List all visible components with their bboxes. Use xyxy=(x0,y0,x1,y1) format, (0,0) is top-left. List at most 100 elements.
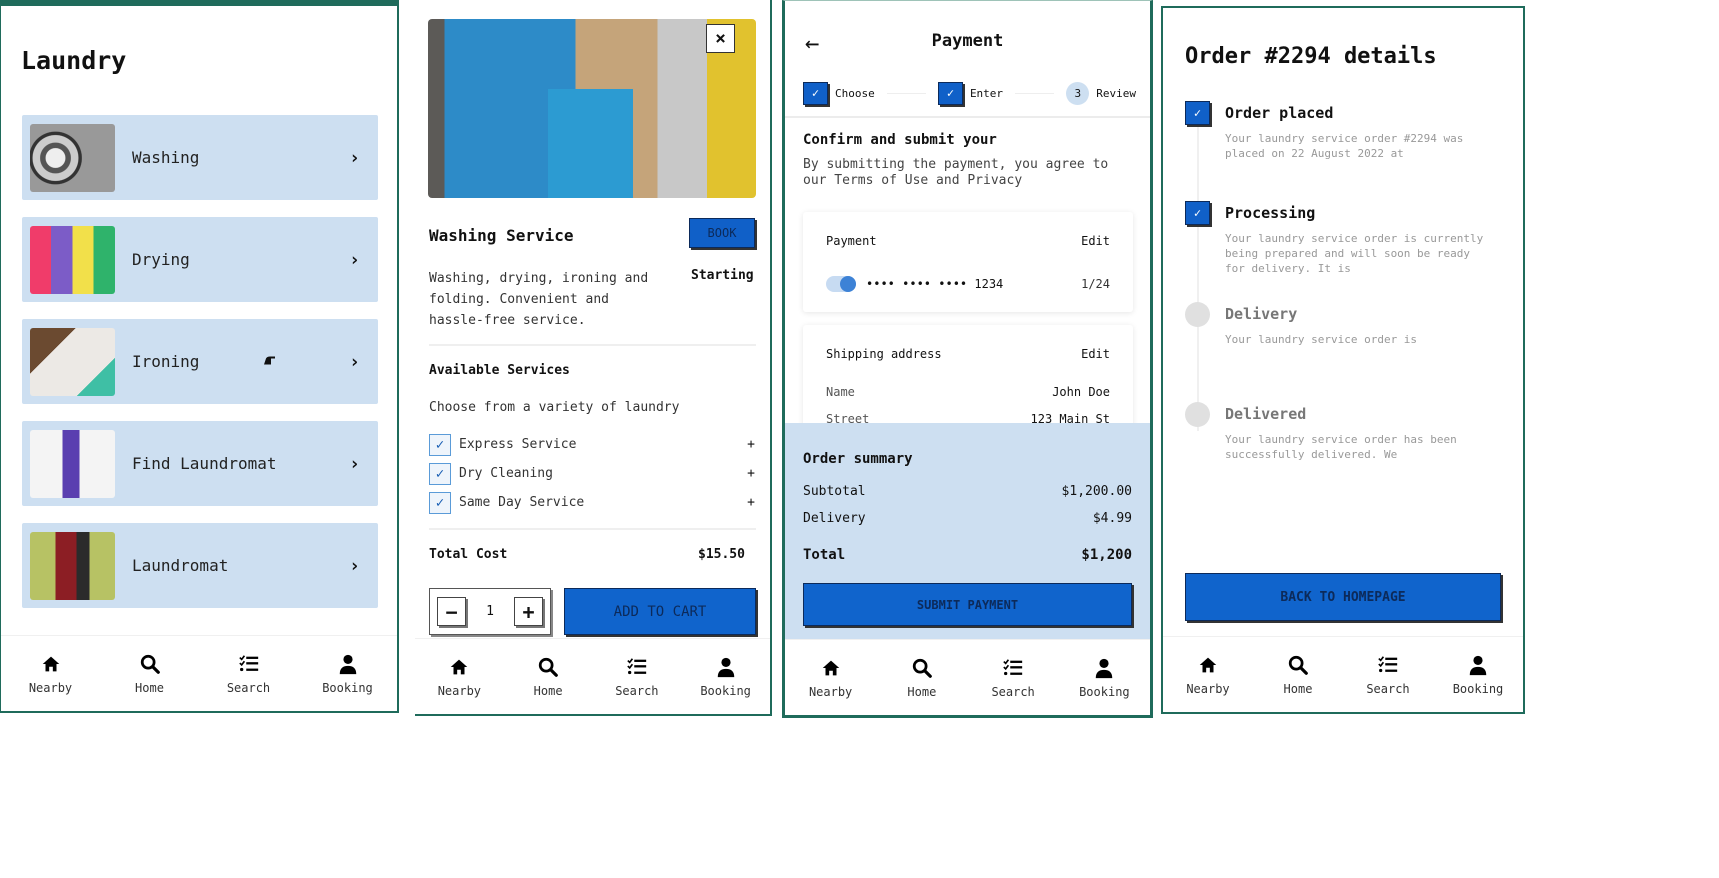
nav-item-booking[interactable]: Booking xyxy=(681,656,770,698)
option-label: Same Day Service xyxy=(459,495,585,510)
nav-item-nearby[interactable]: Nearby xyxy=(415,656,504,698)
submit-payment-button[interactable]: SUBMIT PAYMENT xyxy=(803,583,1132,626)
page-title: Payment xyxy=(931,31,1004,51)
nav-item-home[interactable]: Home xyxy=(876,657,967,699)
book-button[interactable]: BOOK xyxy=(689,218,755,248)
checklist-icon xyxy=(238,654,258,671)
category-item-ironing[interactable]: Ironing › xyxy=(22,319,378,404)
category-item-find-laundromat[interactable]: Find Laundromat › xyxy=(22,421,378,506)
home-icon xyxy=(451,659,468,674)
nav-item-booking[interactable]: Booking xyxy=(1433,654,1523,696)
address-field-label: Name xyxy=(826,385,855,399)
nav-label: Nearby xyxy=(28,680,73,695)
nav-item-search[interactable]: Search xyxy=(1343,654,1433,696)
step-title: Delivered xyxy=(1225,405,1307,423)
dry-cleaning-checkbox[interactable]: ✓ xyxy=(429,462,451,485)
quantity-value: 1 xyxy=(486,604,494,619)
chevron-right-icon: › xyxy=(349,555,360,576)
person-icon xyxy=(1096,658,1113,678)
timeline-connector xyxy=(1197,121,1199,431)
option-express-service: ✓ Express Service + xyxy=(429,430,755,459)
category-item-drying[interactable]: Drying › xyxy=(22,217,378,302)
nav-item-nearby[interactable]: Nearby xyxy=(1,653,100,695)
total-row: Total $1,200 xyxy=(803,547,1132,563)
nav-item-nearby[interactable]: Nearby xyxy=(785,657,876,699)
nav-label: Search xyxy=(226,680,271,695)
nav-item-booking[interactable]: Booking xyxy=(1059,657,1150,699)
service-detail-screen: × Washing Service BOOK Washing, drying, … xyxy=(415,0,772,716)
category-item-laundromat[interactable]: Laundromat › xyxy=(22,523,378,608)
category-label: Laundromat xyxy=(132,556,229,575)
card-selector-toggle[interactable] xyxy=(826,276,856,292)
nav-item-nearby[interactable]: Nearby xyxy=(1163,654,1253,696)
home-icon xyxy=(822,660,839,675)
chevron-right-icon: › xyxy=(349,453,360,474)
increment-button[interactable]: + xyxy=(513,597,543,626)
step-description: Your laundry service order is currently … xyxy=(1225,232,1484,275)
step-review[interactable]: 3 Review xyxy=(1066,81,1136,105)
total-cost-value: $15.50 xyxy=(698,547,745,562)
add-to-cart-button[interactable]: ADD TO CART xyxy=(564,588,756,635)
nav-label: Booking xyxy=(322,680,373,695)
nav-label: Home xyxy=(907,684,937,699)
detergent-image xyxy=(30,429,115,498)
laundromat-image xyxy=(30,531,115,600)
divider xyxy=(785,116,1150,118)
step-description: Your laundry service order is xyxy=(1225,333,1418,346)
order-details-screen: Order #2294 details ✓ Order placed Your … xyxy=(1161,6,1525,714)
subtotal-value: $1,200.00 xyxy=(1061,484,1132,499)
chevron-right-icon: › xyxy=(349,147,360,168)
express-service-checkbox[interactable]: ✓ xyxy=(429,433,451,456)
page-title: Order #2294 details xyxy=(1185,44,1437,69)
subtotal-label: Subtotal xyxy=(803,484,866,499)
search-icon xyxy=(538,657,558,677)
step-enter[interactable]: ✓ Enter xyxy=(937,81,1003,105)
shipping-heading: Shipping address xyxy=(826,347,942,361)
home-icon xyxy=(1199,657,1217,672)
chevron-right-icon: › xyxy=(349,249,360,270)
payment-screen: ← Payment ✓ Choose ✓ Enter 3 Review Conf… xyxy=(782,0,1153,718)
step-label: Review xyxy=(1096,86,1136,100)
close-button[interactable]: × xyxy=(706,24,735,53)
service-description: Washing, drying, ironing and folding. Co… xyxy=(429,271,649,328)
add-option-button[interactable]: + xyxy=(747,495,755,510)
step-connector xyxy=(1015,92,1055,94)
nav-item-search[interactable]: Search xyxy=(968,657,1059,699)
nav-item-search[interactable]: Search xyxy=(593,656,682,698)
nav-item-home[interactable]: Home xyxy=(100,653,199,695)
checkout-stepper: ✓ Choose ✓ Enter 3 Review xyxy=(803,80,1136,106)
confirm-heading: Confirm and submit your xyxy=(803,132,997,148)
total-label: Total xyxy=(803,547,846,563)
service-options: ✓ Express Service + ✓ Dry Cleaning + ✓ S… xyxy=(429,430,755,517)
nav-item-home[interactable]: Home xyxy=(504,656,593,698)
delivery-value: $4.99 xyxy=(1092,511,1132,526)
nav-item-search[interactable]: Search xyxy=(199,653,298,695)
option-label: Dry Cleaning xyxy=(459,466,553,481)
add-option-button[interactable]: + xyxy=(747,437,755,452)
nav-label: Home xyxy=(135,680,164,695)
step-description: Your laundry service order #2294 was pla… xyxy=(1225,132,1464,160)
step-choose[interactable]: ✓ Choose xyxy=(803,81,875,105)
total-cost-label: Total Cost xyxy=(429,547,508,562)
checklist-icon xyxy=(1378,655,1398,672)
category-item-washing[interactable]: Washing › xyxy=(22,115,378,200)
pending-dot-icon xyxy=(1185,302,1210,327)
address-field-value: John Doe xyxy=(1052,385,1110,399)
nav-item-home[interactable]: Home xyxy=(1253,654,1343,696)
same-day-service-checkbox[interactable]: ✓ xyxy=(429,491,451,514)
search-icon xyxy=(140,654,160,674)
option-label: Express Service xyxy=(459,437,577,452)
edit-payment-link[interactable]: Edit xyxy=(1081,234,1110,248)
nav-label: Nearby xyxy=(437,683,482,698)
ironing-image xyxy=(30,327,115,396)
bottom-nav: Nearby Home Search Booking xyxy=(415,638,770,714)
step-number: 3 xyxy=(1066,81,1090,105)
add-option-button[interactable]: + xyxy=(747,466,755,481)
decrement-button[interactable]: − xyxy=(437,597,466,626)
nav-item-booking[interactable]: Booking xyxy=(298,653,397,695)
step-label: Choose xyxy=(835,86,875,100)
nav-label: Home xyxy=(533,683,563,698)
back-to-homepage-button[interactable]: BACK TO HOMEPAGE xyxy=(1185,573,1501,621)
edit-shipping-link[interactable]: Edit xyxy=(1081,347,1110,361)
option-dry-cleaning: ✓ Dry Cleaning + xyxy=(429,459,755,488)
